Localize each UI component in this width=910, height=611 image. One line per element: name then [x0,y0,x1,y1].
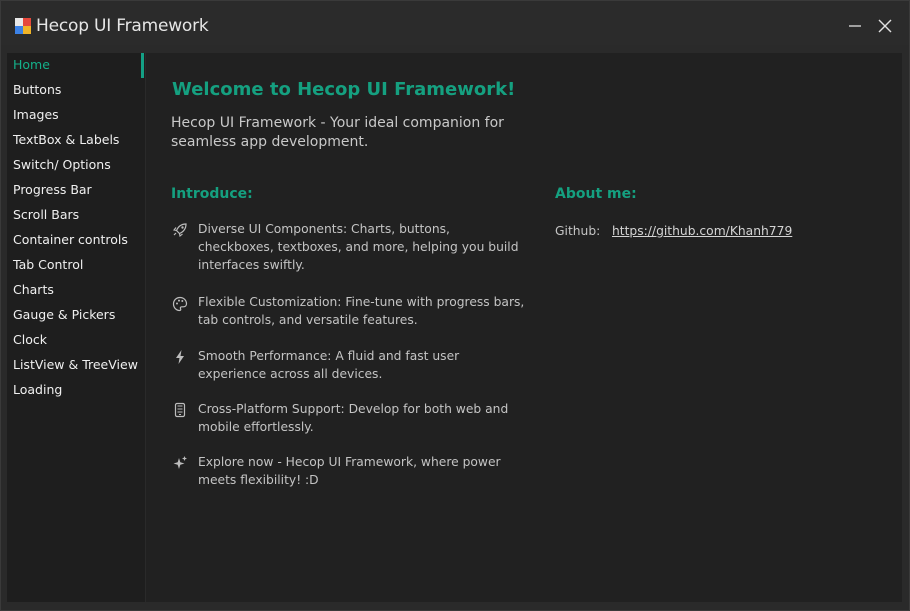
sidebar-item-clock[interactable]: Clock [13,332,47,347]
home-content: Welcome to Hecop UI Framework! Hecop UI … [146,53,902,602]
about-heading: About me: [555,186,637,202]
feature-text: Diverse UI Components: Charts, buttons, … [198,222,519,272]
title-bar[interactable]: Hecop UI Framework [1,1,909,45]
feature-text: Explore now - Hecop UI Framework, where … [198,455,501,487]
feature-text: Flexible Customization: Fine-tune with p… [198,295,525,327]
close-icon [878,19,892,33]
sidebar-item-home[interactable]: Home [13,57,50,72]
sparkle-icon [173,456,187,469]
sidebar-item-scroll-bars[interactable]: Scroll Bars [13,207,79,222]
sidebar-item-tab-control[interactable]: Tab Control [13,257,83,272]
minimize-icon [849,25,861,27]
lightning-icon [176,350,184,364]
sidebar-nav: Home Buttons Images TextBox & Labels Swi… [7,53,145,602]
sidebar-item-container-controls[interactable]: Container controls [13,232,128,247]
app-logo-icon [15,18,31,34]
mobile-icon [174,402,186,418]
sidebar-item-charts[interactable]: Charts [13,282,54,297]
palette-icon [172,296,188,312]
active-indicator [141,53,144,78]
sidebar-item-textbox-labels[interactable]: TextBox & Labels [13,132,119,147]
sidebar-item-gauge-pickers[interactable]: Gauge & Pickers [13,307,115,322]
minimize-button[interactable] [840,11,870,41]
window-title: Hecop UI Framework [36,16,209,36]
github-label: Github: [555,224,601,238]
close-button[interactable] [870,11,900,41]
introduce-heading: Introduce: [171,186,253,202]
feature-text: Cross-Platform Support: Develop for both… [198,402,509,434]
rocket-icon [173,223,187,237]
app-window: Hecop UI Framework Home Buttons Images T… [0,0,910,611]
welcome-subtitle: Hecop UI Framework - Your ideal companio… [171,115,504,150]
sidebar-item-switch-options[interactable]: Switch/ Options [13,157,111,172]
sidebar-item-progress-bar[interactable]: Progress Bar [13,182,92,197]
sidebar-item-listview-treeview[interactable]: ListView & TreeView [13,357,138,372]
sidebar-item-buttons[interactable]: Buttons [13,82,61,97]
sidebar-item-images[interactable]: Images [13,107,59,122]
welcome-title: Welcome to Hecop UI Framework! [172,79,516,100]
github-link[interactable]: https://github.com/Khanh779 [612,224,792,238]
feature-text: Smooth Performance: A fluid and fast use… [198,349,460,381]
sidebar-item-loading[interactable]: Loading [13,382,62,397]
